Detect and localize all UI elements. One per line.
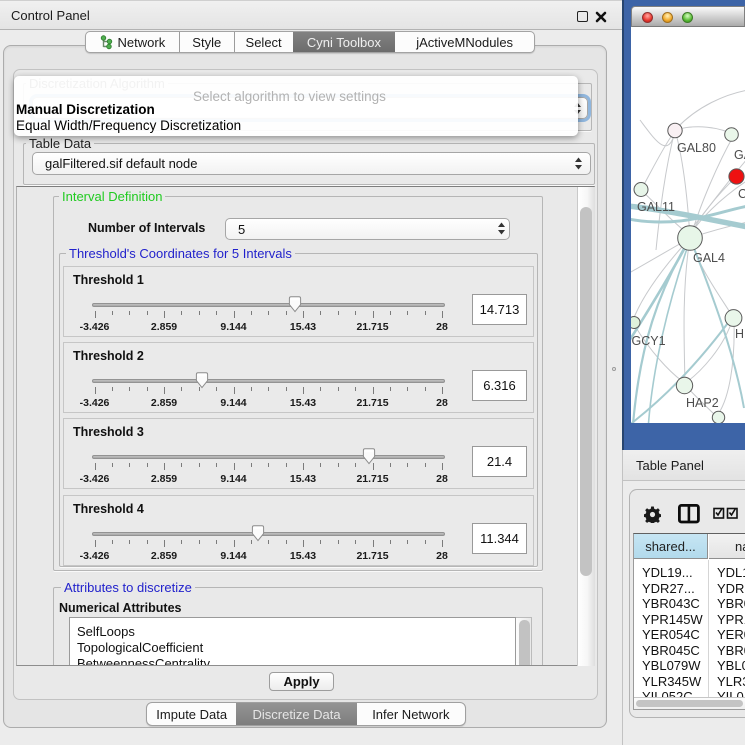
svg-text:C: C bbox=[738, 187, 745, 201]
svg-text:GCY1: GCY1 bbox=[632, 334, 666, 348]
svg-text:GAL4: GAL4 bbox=[693, 251, 725, 265]
svg-text:GAL11: GAL11 bbox=[637, 200, 675, 214]
svg-text:HAP2: HAP2 bbox=[686, 396, 719, 410]
svg-text:HI: HI bbox=[735, 327, 745, 341]
svg-text:GA: GA bbox=[734, 148, 745, 162]
svg-text:GAL80: GAL80 bbox=[677, 141, 716, 155]
